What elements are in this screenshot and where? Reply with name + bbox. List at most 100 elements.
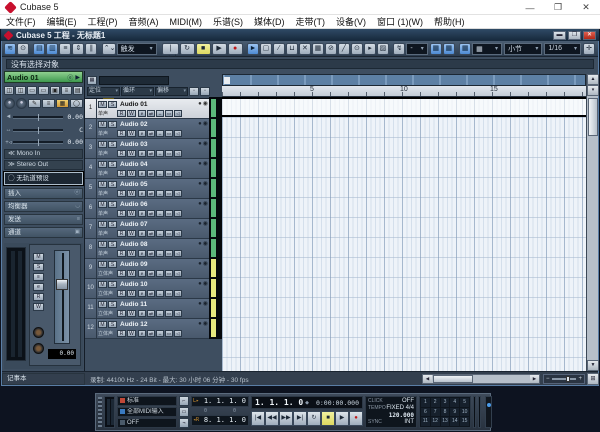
monitor-indicator[interactable]: ◉	[203, 181, 208, 188]
split-tool[interactable]: ⁄	[273, 43, 285, 55]
bypass-icon[interactable]: ⓔ	[74, 189, 80, 198]
scroll-down-button[interactable]: ▼	[587, 360, 599, 371]
track-mini-icon-2[interactable]: ↔	[156, 210, 164, 217]
track-mini-icon-4[interactable]: ◁	[174, 210, 182, 217]
track-mini-icon-3[interactable]: ▭	[165, 270, 173, 277]
vertical-scroll-thumb[interactable]	[588, 98, 598, 136]
inspector-button-4[interactable]: ▭	[38, 86, 48, 95]
menu-item-4[interactable]: MIDI(M)	[170, 17, 203, 27]
marker-button-3[interactable]: 3	[441, 398, 450, 407]
track-mini-icon-4[interactable]: ◁	[174, 250, 182, 257]
delay-slider[interactable]	[13, 141, 63, 144]
pre-post-roll-row[interactable]: 0 0	[191, 408, 249, 414]
write-automation-button[interactable]: W	[127, 210, 136, 217]
horizontal-scroll-thumb[interactable]	[433, 375, 473, 383]
position-format-icon[interactable]: ◆	[305, 400, 309, 406]
record-enable-indicator[interactable]: ●	[198, 301, 202, 308]
menu-item-3[interactable]: 音频(A)	[129, 15, 159, 28]
quantize-dropdown[interactable]: 1/16 ▾	[544, 43, 581, 55]
time-signature-value[interactable]: 4/4	[406, 405, 414, 411]
solo-button[interactable]: S	[108, 261, 117, 268]
monitor-indicator[interactable]: ◉	[203, 121, 208, 128]
track-mini-icon-1[interactable]: ⇄	[147, 210, 155, 217]
record-enable-indicator[interactable]: ●	[198, 241, 202, 248]
track-mini-icon-2[interactable]: ↔	[156, 170, 164, 177]
write-automation-button[interactable]: W	[127, 250, 136, 257]
track-row[interactable]: 6 M S Audio 06 ● ◉ 单声 R W e⇄↔▭◁	[85, 199, 209, 219]
track-mini-icon-3[interactable]: ▭	[165, 230, 173, 237]
track-mini-icon-1[interactable]: ⇄	[147, 110, 155, 117]
track-mini-icon-3[interactable]: ▭	[165, 150, 173, 157]
record-knob[interactable]	[33, 343, 44, 354]
marker-button-6[interactable]: 6	[421, 408, 430, 417]
tempo-value[interactable]: 120.000	[389, 412, 414, 419]
menu-item-8[interactable]: 设备(V)	[336, 15, 366, 28]
inspector-track-header[interactable]: Audio 01 ⓔ ▶	[4, 71, 83, 83]
minimize-button[interactable]: —	[516, 0, 544, 15]
mute-button[interactable]: M	[98, 161, 107, 168]
channel-listen-button[interactable]: ≡	[33, 273, 44, 281]
track-row[interactable]: 4 M S Audio 04 ● ◉ 单声 R W e⇄↔▭◁	[85, 159, 209, 179]
monitor-indicator[interactable]: ◉	[203, 221, 208, 228]
track-header-dropdown-2[interactable]: 偏移▾	[155, 87, 188, 96]
track-header-dropdown-1[interactable]: 循环▾	[121, 87, 154, 96]
write-automation-button[interactable]: W	[127, 330, 136, 337]
mute-tool[interactable]: ⊘	[325, 43, 337, 55]
mute-button[interactable]: M	[98, 261, 107, 268]
record-enable-indicator[interactable]: ●	[198, 141, 202, 148]
solo-button[interactable]: S	[108, 121, 117, 128]
inspector-button-1[interactable]: ◫	[4, 86, 14, 95]
transport-stop-button[interactable]: ■	[321, 411, 335, 426]
divide-track-list-button[interactable]: ∥	[85, 43, 97, 55]
read-automation-button[interactable]: R	[117, 270, 126, 277]
marker-button-15[interactable]: 15	[460, 417, 469, 426]
track-mini-icon-1[interactable]: ⇄	[147, 190, 155, 197]
master-volume-handle[interactable]	[487, 403, 491, 407]
record-enable-indicator[interactable]: ●	[198, 201, 202, 208]
marker-button-9[interactable]: 9	[450, 408, 459, 417]
read-automation-button[interactable]: R	[117, 170, 126, 177]
marker-button-7[interactable]: 7	[431, 408, 440, 417]
color-selector-dropdown[interactable]: - ▾	[406, 43, 427, 55]
track-mini-icon-4[interactable]: ◁	[174, 170, 182, 177]
transport-forward-button[interactable]: ▶▶	[279, 411, 293, 426]
track-mini-icon-0[interactable]: e	[138, 130, 146, 137]
zoom-out-icon[interactable]: −	[544, 376, 550, 382]
open-pool-button[interactable]: ▥	[46, 43, 58, 55]
horizontal-scrollbar[interactable]: ◀ ▶	[422, 374, 540, 384]
show-overview-button[interactable]: ▤	[33, 43, 45, 55]
track-row[interactable]: 8 M S Audio 08 ● ◉ 单声 R W e⇄↔▭◁	[85, 239, 209, 259]
track-mini-icon-1[interactable]: ⇄	[147, 310, 155, 317]
track-mini-icon-0[interactable]: e	[138, 270, 146, 277]
record-enable-indicator[interactable]: ●	[198, 161, 202, 168]
channel-solo-button[interactable]: S	[33, 263, 44, 271]
scroll-left-button[interactable]: ◀	[423, 375, 432, 383]
zoom-tool[interactable]: ▦	[312, 43, 324, 55]
read-automation-button[interactable]: R	[117, 110, 126, 117]
transport-goto-start-button[interactable]: |◀	[251, 411, 265, 426]
track-row[interactable]: 10 M S Audio 10 ● ◉ 立体声 R W e⇄↔▭◁	[85, 279, 209, 299]
transport-play-button[interactable]: ▶	[335, 411, 349, 426]
track-mini-icon-2[interactable]: ↔	[156, 330, 164, 337]
notepad-section[interactable]: 记事本	[2, 373, 85, 385]
monitor-indicator[interactable]: ◉	[203, 101, 208, 108]
zoom-slider-handle[interactable]	[566, 376, 570, 382]
mute-button[interactable]: M	[98, 281, 107, 288]
mute-button[interactable]: M	[98, 321, 107, 328]
bypass-icon[interactable]: ◡	[75, 202, 80, 211]
mute-button[interactable]: M	[98, 301, 107, 308]
grid-button[interactable]: ▦	[459, 43, 471, 55]
midi-input-selector[interactable]: 全部MIDI输入	[117, 407, 177, 417]
inspector-button2-4[interactable]: ≡	[42, 99, 55, 108]
mute-button[interactable]: M	[98, 221, 107, 228]
monitor-indicator[interactable]: ◉	[203, 321, 208, 328]
write-automation-button[interactable]: W	[127, 190, 136, 197]
track-mini-icon-0[interactable]: e	[138, 310, 146, 317]
track-preset-row[interactable]: ◯ 无轨道预设	[4, 172, 83, 185]
inserts-section[interactable]: ⓔ插入	[4, 188, 83, 199]
mute-button[interactable]: M	[98, 101, 107, 108]
erase-tool[interactable]: ✕	[299, 43, 311, 55]
track-row[interactable]: 2 M S Audio 02 ● ◉ 单声 R W e⇄↔▭◁	[85, 119, 209, 139]
track-list-settings-button[interactable]: ▦	[87, 76, 97, 85]
track-mini-icon-3[interactable]: ▭	[165, 290, 173, 297]
